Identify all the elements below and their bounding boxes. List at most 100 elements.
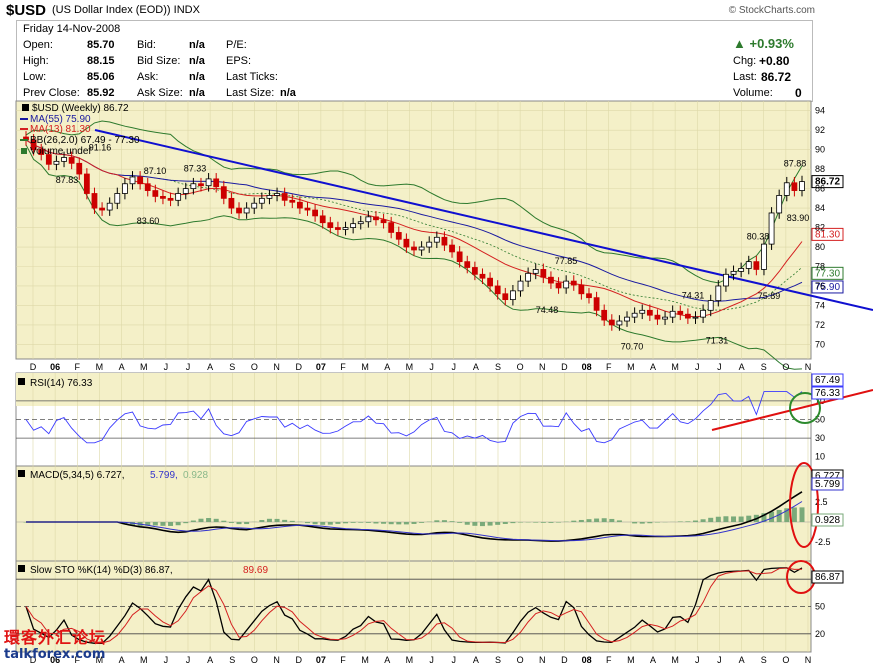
x-tick-label-bottom: F <box>606 655 612 665</box>
macd-histogram-bar <box>495 522 501 525</box>
y-tick-label: 94 <box>815 106 825 116</box>
y-tick-label: 70 <box>815 339 825 349</box>
x-tick-label-bottom: S <box>761 655 767 665</box>
y-tick-label: 76 <box>815 281 825 291</box>
candle-body <box>395 232 402 240</box>
price-annotation: 87.33 <box>184 164 207 174</box>
x-tick-label-bottom: O <box>782 655 789 665</box>
candle-body <box>517 280 524 292</box>
candle-body <box>601 309 608 321</box>
candle-body <box>768 212 775 245</box>
x-tick-label-bottom: M <box>361 655 369 665</box>
candle-body <box>677 310 684 315</box>
candle-body <box>669 310 676 318</box>
macd-histogram-bar <box>731 516 737 522</box>
candle-body <box>586 293 592 299</box>
x-tick-label-bottom: S <box>229 655 235 665</box>
candle-body <box>327 222 334 228</box>
price-annotation: 75.89 <box>758 291 781 301</box>
x-tick-label: A <box>650 362 656 372</box>
price-annotation: 70.70 <box>621 342 644 352</box>
candle-body <box>631 312 638 318</box>
macd-histogram-bar <box>791 507 797 522</box>
x-tick-label-bottom: N <box>805 655 812 665</box>
candle-body <box>411 246 417 251</box>
x-tick-label-bottom: A <box>384 655 390 665</box>
macd-histogram-bar <box>594 518 600 522</box>
candle-body <box>251 202 258 209</box>
rsi-value-label: 76.33 <box>815 388 840 399</box>
x-tick-label: S <box>229 362 235 372</box>
candle-body <box>723 273 729 287</box>
rsi-value-label: 67.49 <box>815 375 840 386</box>
y-tick-label: 80 <box>815 242 825 252</box>
candle-body <box>296 201 303 209</box>
x-tick-label: M <box>671 362 679 372</box>
macd-histogram-bar <box>244 522 250 525</box>
candle-body <box>91 193 98 209</box>
macd-histogram-bar <box>403 522 409 525</box>
macd-value-label: 0.928 <box>815 515 840 526</box>
x-tick-label: O <box>782 362 789 372</box>
candle-body <box>570 280 577 286</box>
x-tick-label-bottom: J <box>186 655 191 665</box>
candle-body <box>274 193 280 196</box>
x-tick-label: A <box>207 362 213 372</box>
candle-body <box>593 297 600 311</box>
candle-body <box>129 176 136 185</box>
x-tick-label: J <box>717 362 722 372</box>
x-tick-label: N <box>273 362 280 372</box>
sto-tick: 20 <box>815 629 825 639</box>
y-tick-label: 90 <box>815 145 825 155</box>
x-tick-label-bottom: J <box>451 655 456 665</box>
macd-histogram-bar <box>320 522 326 525</box>
candle-body <box>707 300 714 311</box>
macd-histogram-bar <box>479 522 485 527</box>
legend-macd-line: MACD(5,34,5) 6.727, <box>30 470 125 481</box>
y-tick-label: 72 <box>815 320 825 330</box>
macd-histogram-bar <box>632 522 638 524</box>
candle-body <box>373 216 379 221</box>
candle-body <box>160 196 166 199</box>
x-tick-label: N <box>539 362 546 372</box>
macd-histogram-bar <box>419 522 425 523</box>
macd-histogram-bar <box>289 520 295 522</box>
legend-macd-signal: 5.799, <box>150 470 178 481</box>
legend-vol: Volume undef <box>30 146 91 157</box>
x-tick-label-bottom: J <box>717 655 722 665</box>
candle-body <box>220 186 227 199</box>
x-tick-label: J <box>451 362 456 372</box>
x-tick-label: F <box>606 362 612 372</box>
candle-body <box>167 197 174 201</box>
x-tick-label: D <box>30 362 37 372</box>
macd-histogram-bar <box>464 522 470 525</box>
candle-body <box>258 197 265 204</box>
macd-histogram-bar <box>677 521 683 522</box>
macd-histogram-bar <box>441 520 447 522</box>
macd-histogram-bar <box>183 522 189 524</box>
price-annotation: 83.60 <box>137 216 160 226</box>
x-tick-label-bottom: M <box>140 655 148 665</box>
macd-histogram-bar <box>206 518 212 522</box>
macd-histogram-bar <box>198 518 204 522</box>
x-tick-label-bottom: A <box>739 655 745 665</box>
candle-body <box>563 280 570 289</box>
x-tick-label-bottom: O <box>517 655 524 665</box>
price-annotation: 77.85 <box>555 256 578 266</box>
macd-histogram-bar <box>168 522 174 526</box>
price-annotation: 74.31 <box>682 290 705 300</box>
x-tick-label: N <box>805 362 812 372</box>
candle-body <box>532 269 539 274</box>
candle-body <box>662 316 668 320</box>
x-tick-label-bottom: M <box>406 655 414 665</box>
macd-histogram-bar <box>609 518 615 522</box>
price-annotation: 80.38 <box>747 231 770 241</box>
candle-body <box>61 157 67 162</box>
y-tick-label: 82 <box>815 223 825 233</box>
candle-body <box>198 183 204 187</box>
macd-histogram-bar <box>282 519 288 522</box>
x-tick-label: S <box>761 362 767 372</box>
macd-histogram-bar <box>723 516 729 522</box>
macd-histogram-bar <box>449 521 455 522</box>
candle-body <box>403 238 410 248</box>
